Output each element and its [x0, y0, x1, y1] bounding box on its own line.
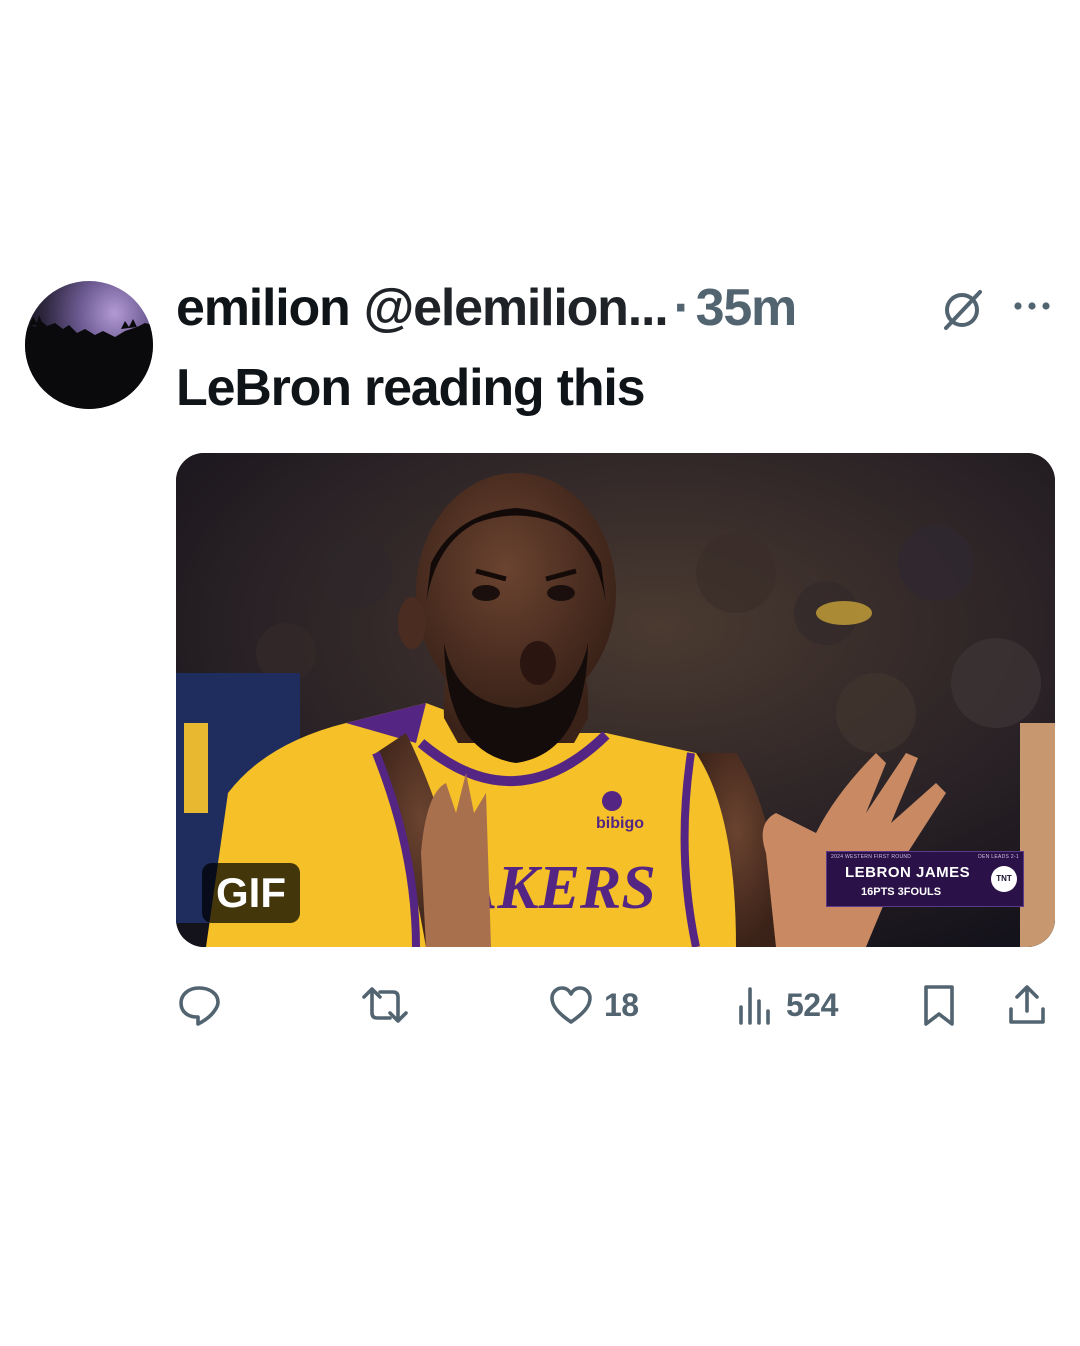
gif-media[interactable]: AKERS bibigo GIF 2024 WESTERN FIRST ROUN…	[176, 453, 1055, 947]
views-icon	[739, 987, 770, 1025]
reply-icon	[179, 986, 220, 1026]
scorebug: 2024 WESTERN FIRST ROUND DEN LEADS 2-1 L…	[826, 851, 1024, 907]
like-icon	[550, 986, 592, 1024]
share-button[interactable]	[1004, 983, 1050, 1027]
separator-dot: ·	[673, 279, 690, 337]
like-button[interactable]: 18	[548, 983, 639, 1027]
tweet-text: LeBron reading this	[176, 359, 646, 417]
timestamp[interactable]: 35m	[696, 278, 798, 338]
retweet-button[interactable]	[360, 983, 420, 1027]
scorebug-header-right: DEN LEADS 2-1	[978, 854, 1019, 860]
scorebug-player: LEBRON JAMES	[845, 864, 971, 881]
grok-icon[interactable]	[940, 288, 984, 332]
like-count: 18	[604, 986, 639, 1023]
display-name[interactable]: emilion	[176, 278, 351, 338]
user-handle[interactable]: @elemilion...	[364, 278, 669, 338]
scorebug-header-left: 2024 WESTERN FIRST ROUND	[831, 854, 912, 860]
tweet-header: emilion @elemilion... · 35m	[176, 278, 798, 338]
more-icon[interactable]	[1012, 298, 1052, 314]
bookmark-button[interactable]	[918, 983, 960, 1027]
reply-button[interactable]	[176, 983, 232, 1027]
views-button[interactable]: 524	[736, 983, 838, 1027]
share-icon	[1009, 985, 1045, 1024]
gif-badge: GIF	[202, 863, 300, 923]
scorebug-stats: 16PTS 3FOULS	[861, 886, 942, 898]
views-count: 524	[786, 986, 838, 1023]
network-logo: TNT	[991, 866, 1017, 892]
bookmark-icon	[924, 985, 954, 1026]
sponsor-text: bibigo	[596, 815, 644, 832]
avatar[interactable]	[25, 281, 153, 409]
retweet-icon	[362, 987, 408, 1023]
